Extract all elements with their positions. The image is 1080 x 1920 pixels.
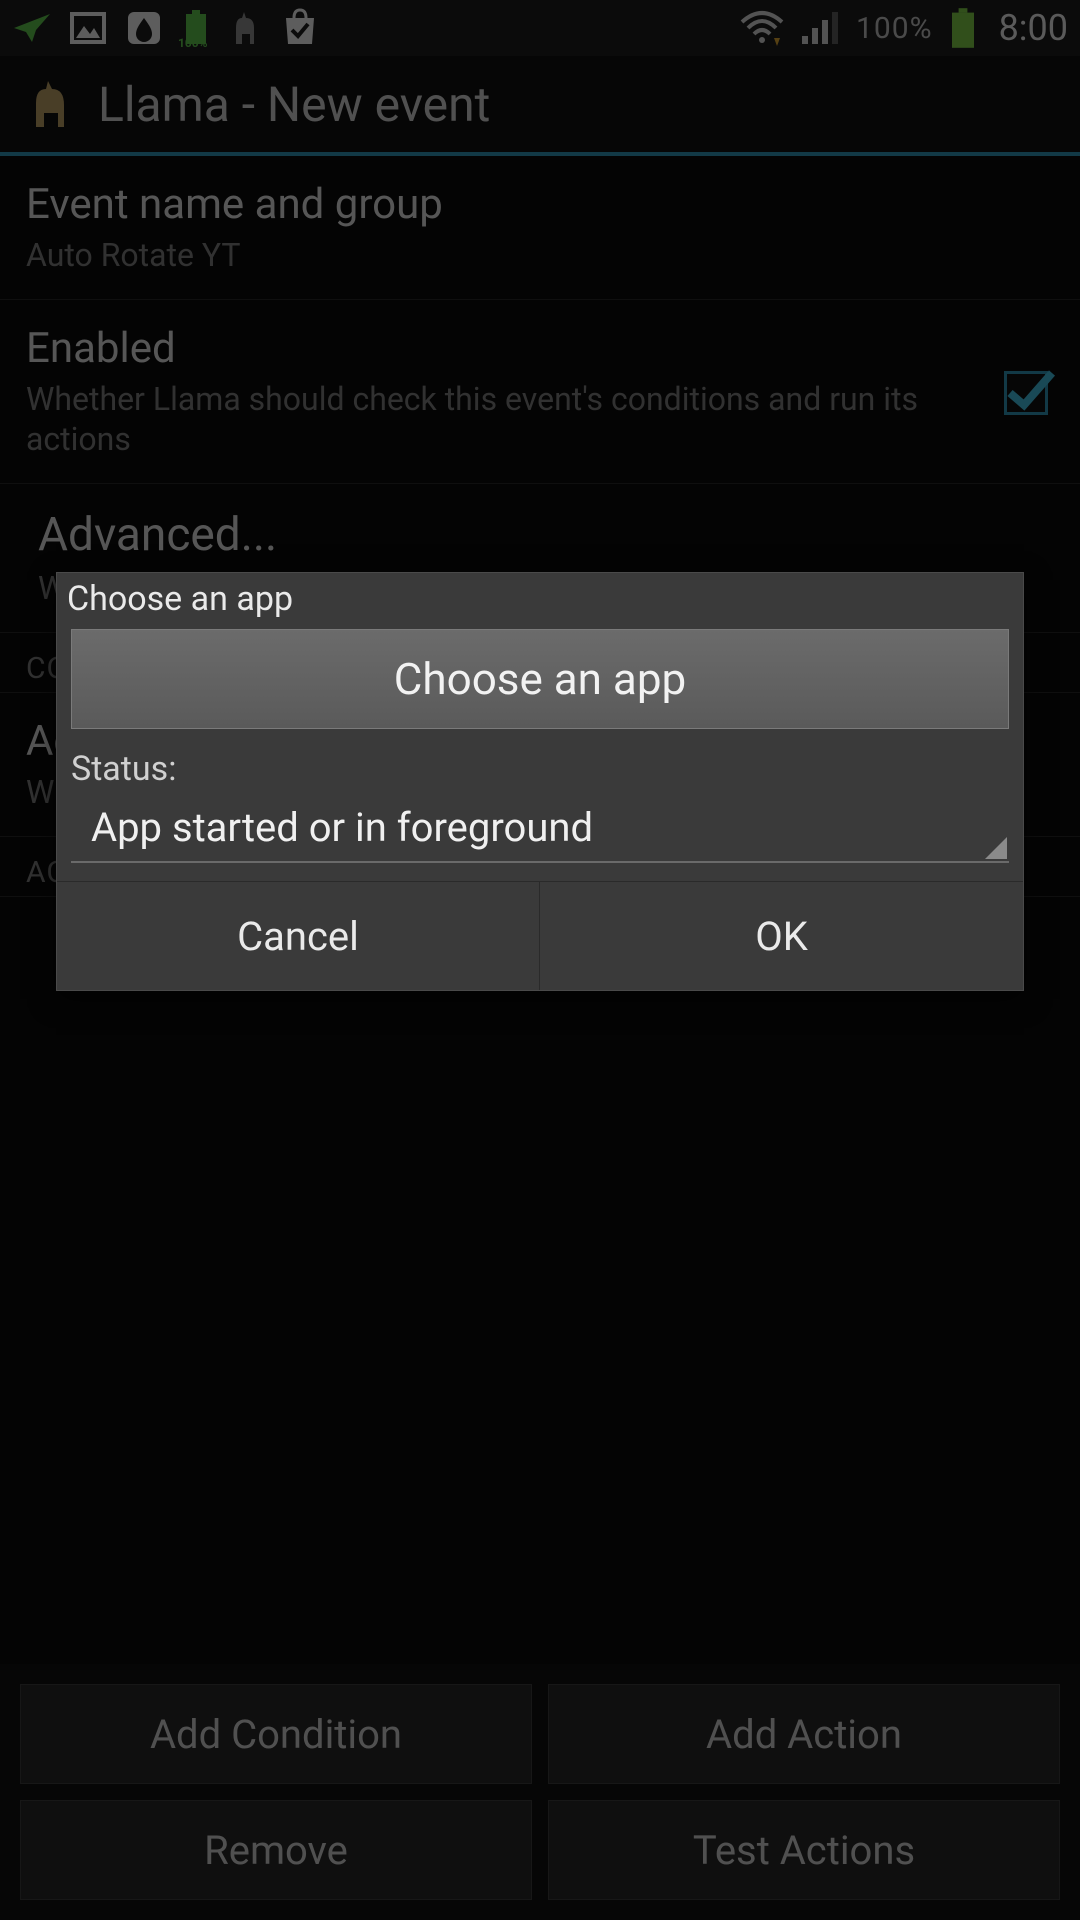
choose-app-dialog: Choose an app Choose an app Status: App … xyxy=(56,572,1024,991)
status-spinner[interactable]: App started or in foreground xyxy=(71,799,1009,863)
choose-app-button[interactable]: Choose an app xyxy=(71,629,1009,729)
status-value: App started or in foreground xyxy=(91,804,593,851)
status-label: Status: xyxy=(71,749,1009,789)
screen-root: 100% 100% 8:00 xyxy=(0,0,1080,1920)
ok-button[interactable]: OK xyxy=(540,882,1023,990)
spinner-triangle-icon xyxy=(985,837,1007,859)
dialog-actions: Cancel OK xyxy=(57,881,1023,990)
dialog-title: Choose an app xyxy=(57,573,1023,629)
cancel-button[interactable]: Cancel xyxy=(57,882,540,990)
